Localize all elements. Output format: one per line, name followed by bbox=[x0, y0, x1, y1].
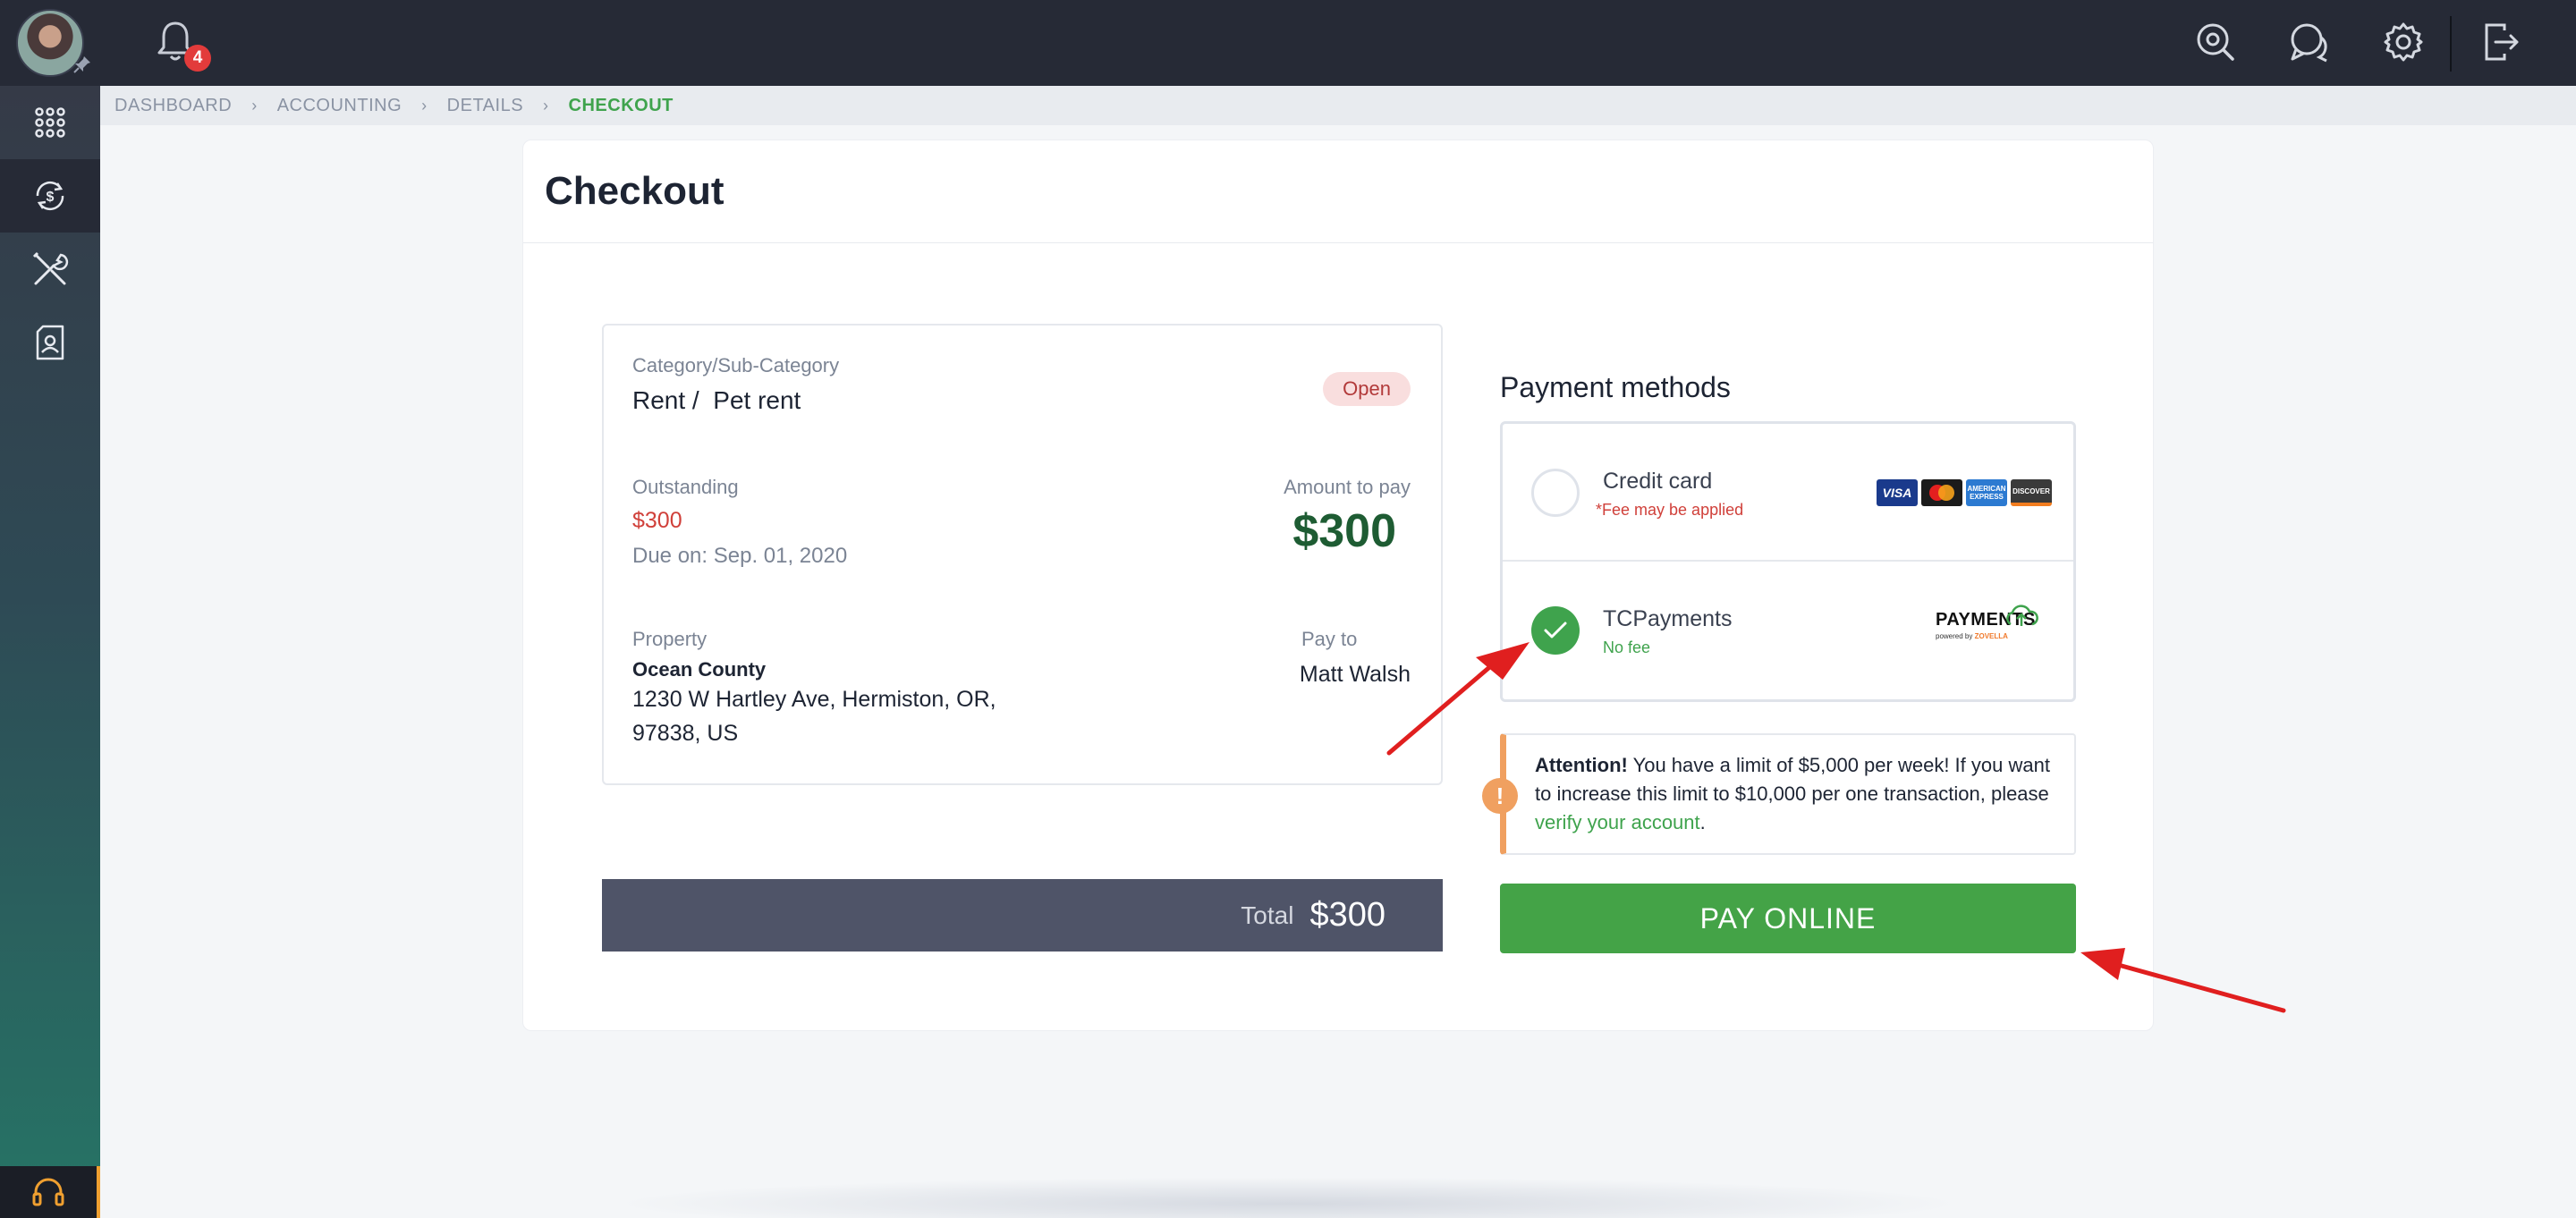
breadcrumb-details[interactable]: DETAILS bbox=[447, 96, 523, 116]
discover-logo: DISCOVER bbox=[2011, 479, 2052, 506]
gear-icon[interactable] bbox=[2381, 20, 2426, 64]
total-label: Total bbox=[1241, 901, 1294, 929]
due-date: Due on: Sep. 01, 2020 bbox=[632, 544, 847, 569]
topbar-divider bbox=[2450, 16, 2452, 72]
method-note: No fee bbox=[1603, 639, 1651, 656]
pay-online-button[interactable]: PAY ONLINE bbox=[1500, 884, 2076, 953]
radio-credit-card[interactable] bbox=[1531, 469, 1580, 517]
radio-tcpayments[interactable] bbox=[1531, 606, 1580, 655]
logo-powered-by: powered by bbox=[1936, 632, 1973, 640]
payment-methods-list: Credit card *Fee may be applied VISA AME… bbox=[1500, 421, 2076, 702]
attention-end: . bbox=[1699, 811, 1706, 833]
category-label: Category/Sub-Category bbox=[632, 354, 840, 376]
top-bar: 4 bbox=[0, 0, 2576, 86]
payment-method-tcpayments[interactable]: TCPayments No fee PAYMENTS powered by ZO… bbox=[1503, 563, 2073, 701]
logo-brand: ZOVELLA bbox=[1974, 632, 2008, 640]
verify-account-link[interactable]: verify your account bbox=[1535, 811, 1700, 833]
sidebar-support[interactable] bbox=[0, 1166, 100, 1218]
sidebar-item-accounting[interactable]: $ bbox=[0, 159, 100, 233]
card-header: Checkout bbox=[523, 140, 2153, 243]
headset-icon bbox=[32, 1178, 64, 1206]
sidebar: $ bbox=[0, 86, 100, 1218]
tools-icon bbox=[32, 251, 69, 285]
sidebar-item-tools[interactable] bbox=[0, 233, 100, 306]
status-badge: Open bbox=[1323, 372, 1411, 406]
fee-note: Fee may be applied bbox=[1602, 501, 1744, 519]
property-address-line2: 97838, US bbox=[632, 721, 739, 746]
payment-methods-title: Payment methods bbox=[1500, 371, 1731, 403]
page-title: Checkout bbox=[545, 169, 724, 213]
search-icon[interactable] bbox=[2193, 20, 2238, 64]
attention-text: Attention! You have a limit of $5,000 pe… bbox=[1535, 751, 2063, 837]
chevron-right-icon: › bbox=[543, 96, 549, 114]
amount-label: Amount to pay bbox=[1284, 476, 1411, 498]
amount-value: $300 bbox=[1292, 505, 1396, 557]
outstanding-value: $300 bbox=[632, 508, 682, 533]
pin-icon[interactable] bbox=[72, 54, 93, 75]
charge-details-panel: Category/Sub-Category Rent / Pet rent Op… bbox=[602, 324, 1443, 785]
card-logos: VISA AMERICAN EXPRESS DISCOVER bbox=[1877, 479, 2052, 506]
method-note: *Fee may be applied bbox=[1596, 501, 1743, 520]
chevron-right-icon: › bbox=[251, 96, 258, 114]
property-name: Ocean County bbox=[632, 658, 767, 681]
exclamation-icon: ! bbox=[1482, 778, 1518, 814]
payments-logo: PAYMENTS powered by ZOVELLA bbox=[1936, 605, 2052, 653]
due-label: Due on: bbox=[632, 544, 708, 568]
payment-method-credit-card[interactable]: Credit card *Fee may be applied VISA AME… bbox=[1503, 424, 2073, 562]
notification-badge: 4 bbox=[184, 45, 211, 72]
accounting-icon: $ bbox=[36, 181, 64, 211]
bottom-shadow bbox=[608, 1177, 1968, 1218]
contact-card-icon bbox=[36, 325, 64, 360]
sidebar-item-contacts[interactable] bbox=[0, 306, 100, 379]
apps-grid-icon bbox=[35, 107, 65, 138]
due-value: Sep. 01, 2020 bbox=[713, 544, 848, 568]
method-name: Credit card bbox=[1603, 469, 1713, 494]
payto-value: Matt Walsh bbox=[1299, 662, 1411, 687]
property-label: Property bbox=[632, 628, 708, 650]
outstanding-label: Outstanding bbox=[632, 476, 739, 498]
category-value: Rent / Pet rent bbox=[632, 386, 801, 414]
required-star: * bbox=[1596, 501, 1603, 519]
chat-icon[interactable] bbox=[2287, 20, 2332, 64]
breadcrumb-current: CHECKOUT bbox=[568, 95, 674, 115]
attention-title: Attention! bbox=[1535, 754, 1628, 776]
attention-notice: ! Attention! You have a limit of $5,000 … bbox=[1482, 733, 2076, 855]
checkout-card: Checkout Category/Sub-Category Rent / Pe… bbox=[522, 140, 2154, 1031]
visa-logo: VISA bbox=[1877, 479, 1918, 506]
property-address-line1: 1230 W Hartley Ave, Hermiston, OR, bbox=[632, 687, 996, 712]
logout-icon[interactable] bbox=[2478, 20, 2522, 64]
mastercard-logo bbox=[1921, 479, 1962, 506]
total-bar: Total $300 bbox=[602, 879, 1443, 952]
chevron-right-icon: › bbox=[421, 96, 428, 114]
breadcrumb-accounting[interactable]: ACCOUNTING bbox=[277, 96, 402, 116]
payto-label: Pay to bbox=[1301, 628, 1358, 650]
breadcrumb: DASHBOARD › ACCOUNTING › DETAILS › CHECK… bbox=[100, 86, 2576, 125]
cloud-arrow-icon bbox=[2006, 605, 2038, 626]
svg-text:$: $ bbox=[47, 190, 55, 205]
method-name: TCPayments bbox=[1603, 606, 1733, 631]
checkmark-icon bbox=[1544, 622, 1567, 639]
amex-logo: AMERICAN EXPRESS bbox=[1966, 479, 2007, 506]
sidebar-item-apps[interactable] bbox=[0, 86, 100, 159]
breadcrumb-dashboard[interactable]: DASHBOARD bbox=[114, 96, 232, 116]
total-value: $300 bbox=[1309, 896, 1385, 934]
